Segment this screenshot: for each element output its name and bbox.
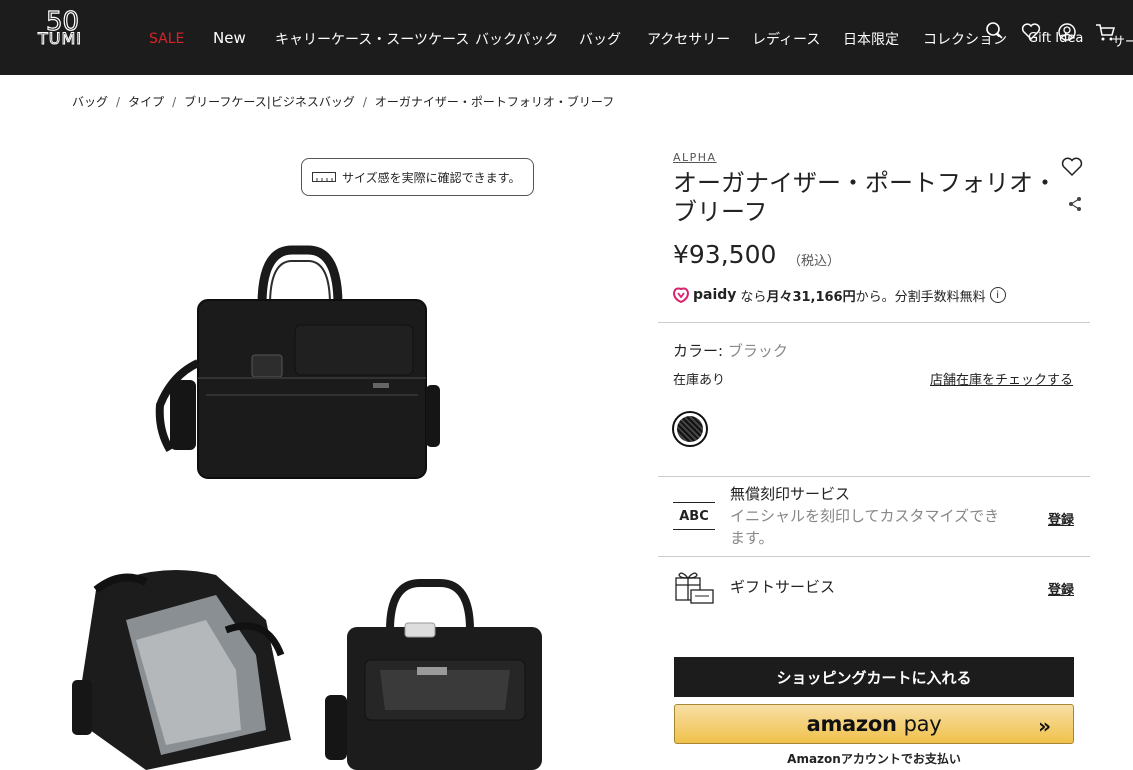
breadcrumb-separator: / — [172, 95, 177, 109]
size-check-label: サイズ感を実際に確認できます。 — [342, 170, 521, 185]
color-label: カラー: ブラック — [673, 340, 788, 361]
breadcrumb-briefcase[interactable]: ブリーフケース|ビジネスバッグ — [184, 95, 355, 109]
product-title: オーガナイザー・ポートフォリオ・ブリーフ — [673, 169, 1057, 226]
monogram-register-link[interactable]: 登録 — [1048, 509, 1074, 528]
service-link[interactable]: サー — [1112, 31, 1133, 50]
brand-link[interactable]: ALPHA — [673, 151, 717, 164]
search-icon[interactable] — [982, 20, 1006, 44]
gift-register-link[interactable]: 登録 — [1048, 579, 1074, 598]
divider — [658, 476, 1090, 477]
chevron-right-icon: » — [1038, 714, 1051, 738]
tumi-logo[interactable]: 50 TUMI — [36, 8, 102, 56]
stock-status: 在庫あり — [673, 373, 726, 388]
gift-icon — [675, 572, 714, 604]
wishlist-heart-icon[interactable] — [1060, 155, 1084, 179]
product-image-main[interactable] — [150, 245, 450, 490]
monogram-title: 無償刻印サービス — [730, 485, 851, 503]
site-header: 50 TUMI SALE New キャリーケース・スーツケース バックパック バ… — [0, 0, 1133, 75]
store-stock-link[interactable]: 店舗在庫をチェックする — [930, 369, 1073, 388]
amazon-pay-button[interactable]: amazon pay » — [674, 704, 1074, 744]
nav-accessory[interactable]: アクセサリー — [647, 29, 730, 49]
paidy-monthly: 月々31,166円 — [766, 289, 856, 305]
divider — [658, 556, 1090, 557]
nav-sale[interactable]: SALE — [149, 31, 184, 47]
account-icon[interactable] — [1055, 20, 1079, 44]
nav-suitcase[interactable]: キャリーケース・スーツケース — [275, 29, 469, 49]
paidy-logo: paidy — [693, 287, 737, 303]
tax-note: （税込） — [788, 254, 841, 269]
monogram-description: イニシャルを刻印してカスタマイズできます。 — [730, 507, 1000, 547]
breadcrumb: バッグ / タイプ / ブリーフケース|ビジネスバッグ / オーガナイザー・ポートフォリオ・… — [72, 93, 614, 110]
size-check-button[interactable]: サイズ感を実際に確認できます。 — [301, 158, 534, 196]
nav-japan-limited[interactable]: 日本限定 — [843, 29, 899, 49]
breadcrumb-current: オーガナイザー・ポートフォリオ・ブリーフ — [374, 95, 615, 109]
ruler-icon — [312, 172, 336, 182]
gift-service-title: ギフトサービス — [730, 578, 836, 596]
paidy-suffix: から。分割手数料無料 — [855, 289, 986, 305]
swatch-pattern — [677, 416, 703, 442]
color-label-text: カラー: — [673, 342, 724, 360]
logo-wordmark: TUMI — [37, 29, 82, 48]
paidy-icon — [672, 287, 690, 304]
amazon-brand: amazon — [806, 712, 897, 736]
breadcrumb-separator: / — [362, 95, 367, 109]
nav-backpack[interactable]: バックパック — [475, 29, 558, 49]
share-icon[interactable] — [1066, 195, 1084, 213]
product-price: ¥93,500 — [673, 240, 777, 269]
breadcrumb-type[interactable]: タイプ — [128, 95, 164, 109]
amazon-pay-logo: amazon pay — [807, 712, 942, 736]
paidy-prefix: なら — [740, 289, 767, 305]
product-image-open[interactable] — [66, 560, 296, 770]
nav-ladies[interactable]: レディース — [752, 29, 820, 49]
breadcrumb-separator: / — [116, 95, 121, 109]
nav-bag[interactable]: バッグ — [579, 29, 621, 49]
color-swatch-black[interactable] — [672, 411, 708, 447]
paidy-installment: paidy なら 月々31,166円 から。分割手数料無料 i — [672, 285, 1006, 305]
divider — [658, 322, 1090, 323]
nav-new[interactable]: New — [213, 29, 246, 47]
color-value: ブラック — [727, 342, 788, 360]
add-to-cart-button[interactable]: ショッピングカートに入れる — [674, 657, 1074, 697]
amazon-pay-text: pay — [903, 712, 942, 736]
monogram-icon: ABC — [673, 502, 715, 530]
amazon-pay-caption: Amazonアカウントでお支払い — [787, 752, 961, 766]
breadcrumb-bag[interactable]: バッグ — [72, 95, 108, 109]
info-icon[interactable]: i — [989, 287, 1006, 303]
product-image-front[interactable] — [305, 575, 550, 770]
